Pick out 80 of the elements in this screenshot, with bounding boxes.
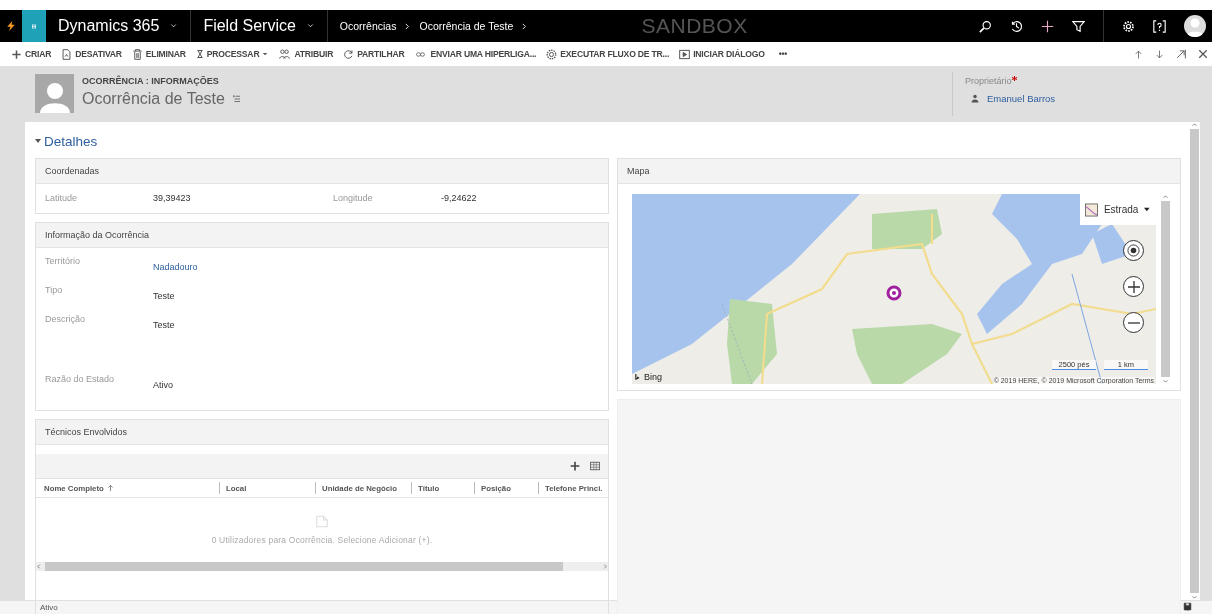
grid-view-icon[interactable] xyxy=(590,461,600,471)
form-entity-label: OCORRÊNCIA : INFORMAÇÕES xyxy=(82,76,220,86)
field-value: Ativo xyxy=(153,380,173,390)
down-arrow-icon[interactable] xyxy=(1155,48,1164,60)
refresh-icon xyxy=(343,48,355,60)
chevron-right-icon[interactable] xyxy=(521,21,529,31)
section-header: Técnicos Envolvidos xyxy=(36,420,608,445)
command-button[interactable]: EXECUTAR FLUXO DE TR... xyxy=(541,42,675,66)
menu-lines-icon[interactable] xyxy=(230,95,242,103)
add-icon[interactable] xyxy=(570,461,580,471)
field-link[interactable]: Nadadouro xyxy=(153,262,198,272)
breadcrumb-link[interactable]: Ocorrências xyxy=(339,20,397,32)
dropdown-caret-icon xyxy=(262,51,269,57)
link-icon xyxy=(414,49,428,59)
command-button[interactable]: INICIAR DIÁLOGO xyxy=(674,42,770,66)
plus-icon xyxy=(1127,280,1140,293)
close-icon[interactable] xyxy=(1198,49,1208,59)
empty-grid-message: 0 Utilizadores para Ocorrência. Selecione Adicionar (+). xyxy=(211,534,433,545)
filter-icon[interactable] xyxy=(1072,19,1085,33)
target-icon xyxy=(1127,244,1140,257)
map-style-picker[interactable]: Estrada xyxy=(1080,194,1156,225)
plus-icon[interactable] xyxy=(1041,19,1054,33)
field-label: Território xyxy=(45,256,81,266)
section-toggle[interactable]: Detalhes xyxy=(35,130,98,152)
field-label: Longitude xyxy=(333,193,374,203)
search-icon[interactable] xyxy=(979,19,992,33)
scrollbar-thumb[interactable] xyxy=(1160,201,1170,377)
settings-icon[interactable] xyxy=(1122,19,1135,33)
section-header: Informação da Ocorrência xyxy=(36,223,608,248)
command-button[interactable]: PARTILHAR xyxy=(338,42,410,66)
field-value: -9,24622 xyxy=(441,193,478,203)
chevron-down-icon xyxy=(169,23,179,29)
up-arrow-icon[interactable] xyxy=(1134,48,1143,60)
owner-label: Proprietário xyxy=(965,76,1012,86)
record-status: Ativo xyxy=(40,603,58,612)
field-value: 39,39423 xyxy=(153,193,192,203)
trash-icon xyxy=(131,48,143,60)
chevron-down-icon xyxy=(305,23,315,29)
play-box-icon xyxy=(679,48,691,60)
breadcrumb-link[interactable]: Ocorrência de Teste xyxy=(419,20,514,32)
command-button[interactable]: DESATIVAR xyxy=(56,42,127,66)
hourglass-icon xyxy=(195,48,204,60)
blank-document-icon xyxy=(316,513,328,529)
command-button[interactable]: ELIMINAR xyxy=(126,42,191,66)
dropdown-caret-icon xyxy=(1144,207,1150,212)
history-clock-icon[interactable] xyxy=(1010,19,1023,33)
field-label: Razão do Estado xyxy=(45,374,116,384)
owner-link[interactable]: Emanuel Barros xyxy=(987,93,1056,104)
help-icon[interactable] xyxy=(1153,19,1166,33)
command-button[interactable]: CRIAR xyxy=(6,42,57,66)
save-icon[interactable] xyxy=(1183,602,1192,611)
command-button[interactable]: ENVIAR UMA HIPERLIGA... xyxy=(409,42,542,66)
chevron-right-icon[interactable] xyxy=(404,21,412,31)
scrollbar-thumb[interactable] xyxy=(45,562,563,571)
more-commands-button[interactable]: ••• xyxy=(773,42,793,66)
user-avatar[interactable] xyxy=(1184,15,1206,37)
command-button[interactable]: PROCESSAR xyxy=(190,42,274,66)
environment-label: SANDBOX xyxy=(640,14,749,38)
person-icon xyxy=(971,94,979,103)
pop-out-icon[interactable] xyxy=(1176,49,1186,59)
people-icon xyxy=(278,48,292,60)
field-value: Teste xyxy=(153,291,175,301)
bing-logo-icon xyxy=(635,372,642,382)
field-label: Tipo xyxy=(45,285,64,295)
record-title: Ocorrência de Teste xyxy=(82,90,225,108)
road-map-icon xyxy=(1085,201,1098,218)
field-label: Descrição xyxy=(45,314,86,324)
document-icon xyxy=(61,48,73,60)
field-label: Latitude xyxy=(45,193,79,203)
scrollbar-thumb[interactable] xyxy=(1190,129,1199,593)
map-brand: Bing xyxy=(644,372,662,382)
command-button[interactable]: ATRIBUIR xyxy=(273,42,339,66)
record-avatar xyxy=(35,74,74,113)
module-menu[interactable]: Field Service xyxy=(191,10,328,42)
section-header: Mapa xyxy=(618,159,1180,184)
gear-icon xyxy=(546,48,558,60)
app-name-menu[interactable]: Dynamics 365 xyxy=(46,10,192,42)
section-header: Coordenadas xyxy=(36,159,608,184)
plus-icon xyxy=(11,48,22,60)
field-value: Teste xyxy=(153,320,175,330)
